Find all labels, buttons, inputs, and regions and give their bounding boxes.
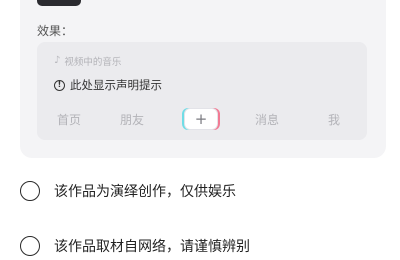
music-row: ♪ 视频中的音乐 bbox=[54, 54, 122, 69]
nav-messages: 消息 bbox=[255, 113, 280, 127]
preview-bottom-nav: 首页 朋友 + 消息 我 bbox=[37, 108, 367, 130]
option-label: 该作品为演绎创作，仅供娱乐 bbox=[54, 184, 236, 200]
option-performance-creation[interactable]: 该作品为演绎创作，仅供娱乐 bbox=[20, 179, 236, 203]
radio-button[interactable] bbox=[20, 236, 40, 256]
nav-friends: 朋友 bbox=[120, 113, 145, 127]
example-thumbnail bbox=[37, 0, 81, 6]
plus-icon: + bbox=[194, 109, 208, 128]
option-sourced-from-web[interactable]: 该作品取材自网络，请谨慎辨别 bbox=[20, 234, 250, 258]
info-circle-icon: ! bbox=[54, 79, 65, 91]
option-label: 该作品取材自网络，请谨慎辨别 bbox=[54, 239, 250, 255]
declaration-hint-text: 此处显示声明提示 bbox=[70, 78, 162, 92]
effect-label: 效果： bbox=[37, 24, 74, 38]
nav-me: 我 bbox=[328, 113, 341, 127]
nav-home: 首页 bbox=[57, 113, 82, 127]
nav-plus-button: + bbox=[184, 108, 218, 130]
declaration-hint-row: ! 此处显示声明提示 bbox=[54, 77, 162, 93]
music-note-icon: ♪ bbox=[54, 55, 61, 66]
music-label: 视频中的音乐 bbox=[64, 57, 122, 68]
radio-button[interactable] bbox=[20, 181, 40, 201]
